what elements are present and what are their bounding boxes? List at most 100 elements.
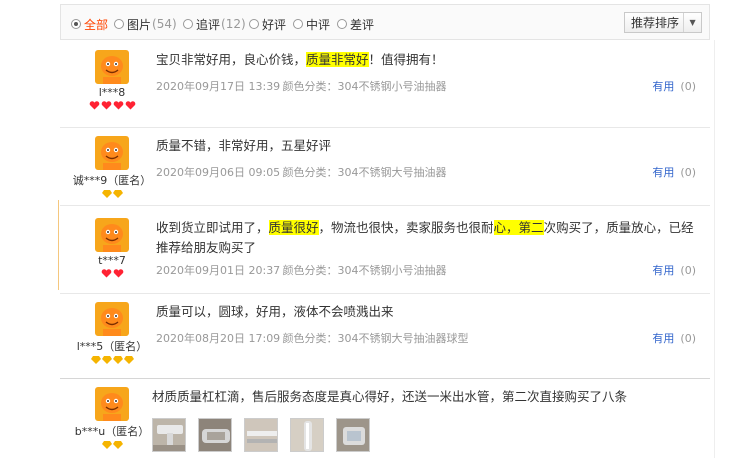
level-badges <box>60 441 164 449</box>
review-variant: 颜色分类：304不锈钢大号抽油器 <box>282 166 447 179</box>
reviewer: t***7 <box>60 218 164 278</box>
radio-checked-icon[interactable] <box>71 19 81 29</box>
heart-icon <box>101 269 111 278</box>
review-text-part: 材质质量杠杠滴，售后服务态度是真心得好，还送一米出水管，第二次直接购买了八条 <box>152 389 628 404</box>
level-badges <box>60 269 164 278</box>
reviewer: 诚***9（匿名） <box>60 136 164 198</box>
filter-positive[interactable]: 好评 <box>249 16 286 32</box>
review-photo-thumbnail[interactable] <box>290 418 324 452</box>
heart-icon <box>101 101 111 110</box>
filter-images[interactable]: 图片 (54) <box>114 16 177 32</box>
review-highlight: 心，第二 <box>493 220 544 235</box>
review-text-part: 质量可以，圆球，好用，液体不会喷溅出来 <box>156 304 394 319</box>
filter-neutral[interactable]: 中评 <box>293 16 330 32</box>
review-photo-thumbnail[interactable] <box>244 418 278 452</box>
useful-label[interactable]: 有用 <box>652 332 674 345</box>
review-text-part: 质量不错，非常好用，五星好评 <box>156 138 332 153</box>
diamond-icon <box>112 441 123 449</box>
review-text-part: ，物流也很快，卖家服务也很耐 <box>318 220 494 235</box>
filter-all[interactable]: 全部 <box>71 16 108 32</box>
radio-icon[interactable] <box>249 19 259 29</box>
divider <box>714 40 715 458</box>
review-photo-thumbnail[interactable] <box>198 418 232 452</box>
radio-icon[interactable] <box>337 19 347 29</box>
review-item: t***7 收到货立即试用了，质量很好，物流也很快，卖家服务也很耐心，第二次购买… <box>60 206 710 294</box>
review-meta: 2020年08月20日 17:09 颜色分类：304不锈钢大号抽油器球型 <box>156 330 696 346</box>
review-text: 收到货立即试用了，质量很好，物流也很快，卖家服务也很耐心，第二次购买了，质量放心… <box>156 218 706 258</box>
review-text-part: 收到货立即试用了， <box>156 220 269 235</box>
review-item: l***5（匿名） 质量可以，圆球，好用，液体不会喷溅出来 2020年08月20… <box>60 294 710 378</box>
radio-icon[interactable] <box>293 19 303 29</box>
review-filter-bar: 全部 图片 (54) 追评 (12) 好评 中评 差评 推荐排序 ▼ <box>60 4 710 40</box>
reviewer: l***8 <box>60 50 164 110</box>
filter-count: (12) <box>221 17 246 31</box>
review-highlight: 质量非常好 <box>306 52 369 67</box>
review-variant: 颜色分类：304不锈钢大号抽油器球型 <box>282 332 469 345</box>
review-highlight: 质量很好 <box>268 220 319 235</box>
diamond-icon <box>101 190 112 198</box>
review-date: 2020年09月06日 09:05 <box>156 166 281 179</box>
review-item: 诚***9（匿名） 质量不错，非常好用，五星好评 2020年09月06日 09:… <box>60 128 710 206</box>
diamond-icon <box>90 356 101 364</box>
review-item: l***8 宝贝非常好用，良心价钱，质量非常好！值得拥有！ 2020年09月17… <box>60 42 710 128</box>
avatar[interactable] <box>95 302 129 336</box>
diamond-icon <box>101 441 112 449</box>
filter-label: 全部 <box>84 17 109 32</box>
reviewer-name: 诚***9（匿名） <box>72 174 152 187</box>
filter-negative[interactable]: 差评 <box>337 16 374 32</box>
heart-icon <box>113 269 123 278</box>
sort-label: 推荐排序 <box>631 16 680 30</box>
review-variant: 颜色分类：304不锈钢小号油抽器 <box>282 264 447 277</box>
review-date: 2020年08月20日 17:09 <box>156 332 281 345</box>
reviewer: l***5（匿名） <box>60 302 164 364</box>
sort-dropdown[interactable]: 推荐排序 ▼ <box>624 12 702 33</box>
review-meta: 2020年09月06日 09:05 颜色分类：304不锈钢大号抽油器 <box>156 164 696 180</box>
review-text: 质量可以，圆球，好用，液体不会喷溅出来 <box>156 302 706 322</box>
useful-label[interactable]: 有用 <box>652 166 674 179</box>
review-text: 质量不错，非常好用，五星好评 <box>156 136 706 156</box>
reviewer-name: b***u（匿名） <box>74 425 150 438</box>
review-text-part: ！值得拥有！ <box>368 52 444 67</box>
useful-label[interactable]: 有用 <box>652 80 674 93</box>
review-date: 2020年09月01日 20:37 <box>156 264 281 277</box>
reviews-page: 全部 图片 (54) 追评 (12) 好评 中评 差评 推荐排序 ▼ l***8… <box>0 0 750 458</box>
useful-label[interactable]: 有用 <box>652 264 674 277</box>
radio-icon[interactable] <box>183 19 193 29</box>
avatar[interactable] <box>95 50 129 84</box>
divider <box>58 200 59 290</box>
chevron-down-icon[interactable]: ▼ <box>683 13 701 32</box>
filter-label: 好评 <box>262 17 287 32</box>
heart-icon <box>125 101 135 110</box>
level-badges <box>60 190 164 198</box>
reviewer: b***u（匿名） <box>60 387 164 449</box>
review-meta: 2020年09月01日 20:37 颜色分类：304不锈钢小号油抽器 <box>156 262 696 278</box>
review-photo-thumbnail[interactable] <box>336 418 370 452</box>
useful-button[interactable]: 有用 (0) <box>652 330 696 346</box>
review-meta: 2020年09月17日 13:39 颜色分类：304不锈钢小号油抽器 <box>156 78 696 94</box>
useful-button[interactable]: 有用 (0) <box>652 78 696 94</box>
filter-label: 图片 <box>127 17 152 32</box>
avatar[interactable] <box>95 218 129 252</box>
heart-icon <box>113 101 123 110</box>
avatar[interactable] <box>95 387 129 421</box>
avatar[interactable] <box>95 136 129 170</box>
reviewer-name: l***8 <box>98 86 126 99</box>
useful-button[interactable]: 有用 (0) <box>652 164 696 180</box>
useful-button[interactable]: 有用 (0) <box>652 262 696 278</box>
reviewer-name: l***5（匿名） <box>76 340 148 353</box>
review-variant: 颜色分类：304不锈钢小号油抽器 <box>282 80 447 93</box>
diamond-icon <box>101 356 112 364</box>
filter-label: 追评 <box>196 17 221 32</box>
review-photo-list <box>152 418 370 452</box>
useful-count: (0) <box>680 80 696 93</box>
review-photo-thumbnail[interactable] <box>152 418 186 452</box>
useful-count: (0) <box>680 166 696 179</box>
level-badges <box>60 356 164 364</box>
radio-icon[interactable] <box>114 19 124 29</box>
review-text: 宝贝非常好用，良心价钱，质量非常好！值得拥有！ <box>156 50 706 70</box>
filter-followup[interactable]: 追评 (12) <box>183 16 246 32</box>
review-date: 2020年09月17日 13:39 <box>156 80 281 93</box>
diamond-icon <box>123 356 134 364</box>
diamond-icon <box>112 190 123 198</box>
filter-label: 差评 <box>350 17 375 32</box>
